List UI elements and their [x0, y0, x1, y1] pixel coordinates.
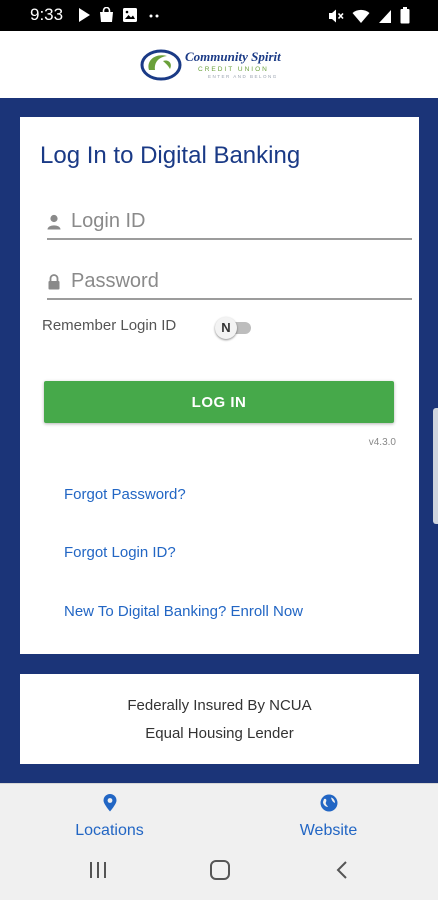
- battery-icon: [400, 7, 410, 24]
- login-button[interactable]: LOG IN: [44, 381, 394, 423]
- user-icon: [47, 214, 61, 235]
- nav-website-label: Website: [299, 822, 358, 839]
- status-time: 9:33: [30, 5, 64, 24]
- image-icon: [122, 7, 138, 23]
- lock-icon: [47, 274, 61, 295]
- logo-emblem-icon: [140, 48, 182, 87]
- nav-locations-label: Locations: [75, 822, 144, 839]
- more-dots-icon: [146, 7, 162, 23]
- login-id-input[interactable]: [71, 206, 406, 236]
- forgot-password-link[interactable]: Forgot Password?: [64, 486, 186, 503]
- app-header: Community Spirit CREDIT UNION ENTER AND …: [0, 31, 438, 99]
- home-button[interactable]: [209, 860, 231, 885]
- toggle-knob: N: [215, 317, 237, 339]
- password-field: [47, 266, 412, 300]
- bottom-nav: Locations Website: [0, 783, 438, 844]
- bag-icon: [99, 7, 114, 23]
- signal-icon: [378, 8, 392, 24]
- system-nav-bar: [0, 843, 438, 900]
- version-label: v4.3.0: [368, 437, 396, 448]
- password-input[interactable]: [71, 266, 406, 296]
- status-bar: 9:33: [0, 0, 438, 31]
- logo-subtitle: CREDIT UNION: [198, 66, 269, 73]
- back-button[interactable]: [334, 860, 350, 885]
- scroll-indicator[interactable]: [433, 408, 438, 524]
- logo-tagline: ENTER AND BELONG: [208, 74, 278, 79]
- login-card: Log In to Digital Banking Remember Login…: [20, 117, 419, 654]
- remember-login-toggle[interactable]: N: [215, 317, 255, 339]
- forgot-login-id-link[interactable]: Forgot Login ID?: [64, 544, 176, 561]
- equal-housing-notice: Equal Housing Lender: [145, 725, 294, 742]
- community-spirit-logo: Community Spirit CREDIT UNION ENTER AND …: [140, 45, 310, 85]
- login-id-field: [47, 206, 412, 240]
- play-icon: [77, 7, 91, 23]
- remember-login-label: Remember Login ID: [42, 317, 177, 334]
- nav-website[interactable]: Website: [219, 784, 438, 844]
- globe-icon: [320, 794, 338, 817]
- info-card: Federally Insured By NCUA Equal Housing …: [20, 674, 419, 764]
- wifi-icon: [352, 8, 370, 24]
- recent-apps-button[interactable]: [88, 860, 108, 885]
- map-pin-icon: [103, 794, 117, 817]
- nav-locations[interactable]: Locations: [0, 784, 219, 844]
- enroll-now-link[interactable]: New To Digital Banking? Enroll Now: [64, 603, 303, 620]
- ncua-notice: Federally Insured By NCUA: [127, 697, 312, 714]
- mute-icon: [328, 8, 344, 24]
- main-area: Log In to Digital Banking Remember Login…: [0, 98, 438, 783]
- logo-name: Community Spirit: [185, 49, 281, 64]
- page-title: Log In to Digital Banking: [40, 142, 301, 169]
